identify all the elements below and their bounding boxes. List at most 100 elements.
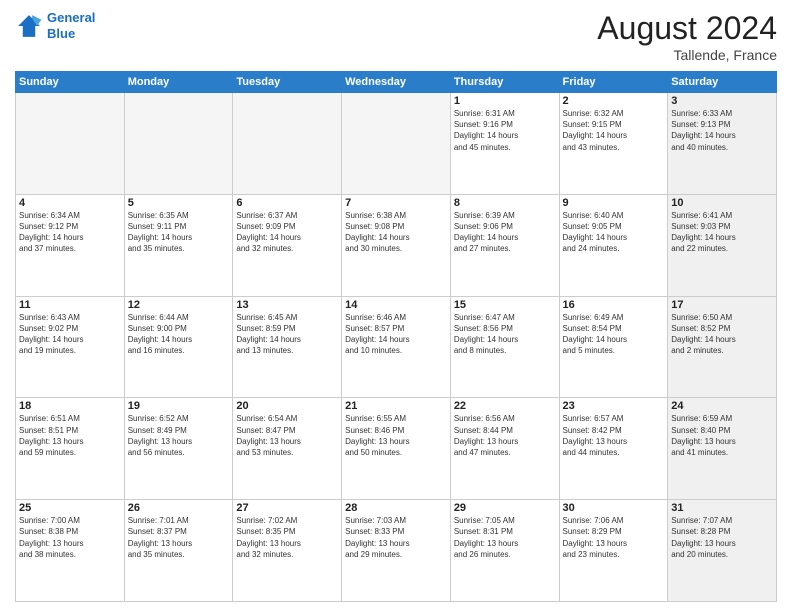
title-block: August 2024 Tallende, France — [597, 10, 777, 63]
header: General Blue August 2024 Tallende, Franc… — [15, 10, 777, 63]
day-number: 19 — [128, 400, 230, 412]
table-row: 10Sunrise: 6:41 AM Sunset: 9:03 PM Dayli… — [668, 194, 777, 296]
table-row: 26Sunrise: 7:01 AM Sunset: 8:37 PM Dayli… — [124, 500, 233, 602]
day-info: Sunrise: 6:31 AM Sunset: 9:16 PM Dayligh… — [454, 108, 556, 153]
day-info: Sunrise: 6:47 AM Sunset: 8:56 PM Dayligh… — [454, 312, 556, 357]
table-row: 16Sunrise: 6:49 AM Sunset: 8:54 PM Dayli… — [559, 296, 668, 398]
table-row: 15Sunrise: 6:47 AM Sunset: 8:56 PM Dayli… — [450, 296, 559, 398]
table-row: 13Sunrise: 6:45 AM Sunset: 8:59 PM Dayli… — [233, 296, 342, 398]
calendar-week-row: 25Sunrise: 7:00 AM Sunset: 8:38 PM Dayli… — [16, 500, 777, 602]
day-info: Sunrise: 6:38 AM Sunset: 9:08 PM Dayligh… — [345, 210, 447, 255]
table-row: 25Sunrise: 7:00 AM Sunset: 8:38 PM Dayli… — [16, 500, 125, 602]
table-row: 4Sunrise: 6:34 AM Sunset: 9:12 PM Daylig… — [16, 194, 125, 296]
day-number: 10 — [671, 197, 773, 209]
table-row: 11Sunrise: 6:43 AM Sunset: 9:02 PM Dayli… — [16, 296, 125, 398]
day-info: Sunrise: 6:49 AM Sunset: 8:54 PM Dayligh… — [563, 312, 665, 357]
day-info: Sunrise: 6:57 AM Sunset: 8:42 PM Dayligh… — [563, 413, 665, 458]
day-number: 2 — [563, 95, 665, 107]
table-row: 20Sunrise: 6:54 AM Sunset: 8:47 PM Dayli… — [233, 398, 342, 500]
day-info: Sunrise: 7:00 AM Sunset: 8:38 PM Dayligh… — [19, 515, 121, 560]
col-thursday: Thursday — [450, 72, 559, 93]
month-title: August 2024 — [597, 10, 777, 47]
day-number: 6 — [236, 197, 338, 209]
table-row: 9Sunrise: 6:40 AM Sunset: 9:05 PM Daylig… — [559, 194, 668, 296]
day-number: 14 — [345, 299, 447, 311]
day-number: 5 — [128, 197, 230, 209]
day-number: 16 — [563, 299, 665, 311]
day-info: Sunrise: 6:51 AM Sunset: 8:51 PM Dayligh… — [19, 413, 121, 458]
day-info: Sunrise: 6:39 AM Sunset: 9:06 PM Dayligh… — [454, 210, 556, 255]
day-info: Sunrise: 6:32 AM Sunset: 9:15 PM Dayligh… — [563, 108, 665, 153]
day-info: Sunrise: 6:45 AM Sunset: 8:59 PM Dayligh… — [236, 312, 338, 357]
table-row: 21Sunrise: 6:55 AM Sunset: 8:46 PM Dayli… — [342, 398, 451, 500]
day-info: Sunrise: 6:35 AM Sunset: 9:11 PM Dayligh… — [128, 210, 230, 255]
calendar-week-row: 4Sunrise: 6:34 AM Sunset: 9:12 PM Daylig… — [16, 194, 777, 296]
day-info: Sunrise: 6:37 AM Sunset: 9:09 PM Dayligh… — [236, 210, 338, 255]
day-info: Sunrise: 7:05 AM Sunset: 8:31 PM Dayligh… — [454, 515, 556, 560]
day-number: 29 — [454, 502, 556, 514]
calendar-header-row: Sunday Monday Tuesday Wednesday Thursday… — [16, 72, 777, 93]
day-info: Sunrise: 7:02 AM Sunset: 8:35 PM Dayligh… — [236, 515, 338, 560]
table-row: 5Sunrise: 6:35 AM Sunset: 9:11 PM Daylig… — [124, 194, 233, 296]
day-number: 23 — [563, 400, 665, 412]
day-number: 3 — [671, 95, 773, 107]
day-number: 25 — [19, 502, 121, 514]
table-row — [124, 93, 233, 195]
table-row: 7Sunrise: 6:38 AM Sunset: 9:08 PM Daylig… — [342, 194, 451, 296]
table-row: 19Sunrise: 6:52 AM Sunset: 8:49 PM Dayli… — [124, 398, 233, 500]
table-row: 18Sunrise: 6:51 AM Sunset: 8:51 PM Dayli… — [16, 398, 125, 500]
col-saturday: Saturday — [668, 72, 777, 93]
table-row: 14Sunrise: 6:46 AM Sunset: 8:57 PM Dayli… — [342, 296, 451, 398]
calendar-week-row: 11Sunrise: 6:43 AM Sunset: 9:02 PM Dayli… — [16, 296, 777, 398]
table-row: 17Sunrise: 6:50 AM Sunset: 8:52 PM Dayli… — [668, 296, 777, 398]
day-number: 27 — [236, 502, 338, 514]
day-info: Sunrise: 6:46 AM Sunset: 8:57 PM Dayligh… — [345, 312, 447, 357]
day-info: Sunrise: 6:56 AM Sunset: 8:44 PM Dayligh… — [454, 413, 556, 458]
table-row: 24Sunrise: 6:59 AM Sunset: 8:40 PM Dayli… — [668, 398, 777, 500]
day-number: 1 — [454, 95, 556, 107]
day-number: 9 — [563, 197, 665, 209]
day-number: 15 — [454, 299, 556, 311]
table-row — [233, 93, 342, 195]
day-number: 8 — [454, 197, 556, 209]
day-number: 31 — [671, 502, 773, 514]
logo-general: General — [47, 10, 95, 25]
day-info: Sunrise: 6:54 AM Sunset: 8:47 PM Dayligh… — [236, 413, 338, 458]
day-info: Sunrise: 6:33 AM Sunset: 9:13 PM Dayligh… — [671, 108, 773, 153]
table-row: 28Sunrise: 7:03 AM Sunset: 8:33 PM Dayli… — [342, 500, 451, 602]
col-wednesday: Wednesday — [342, 72, 451, 93]
location-title: Tallende, France — [597, 47, 777, 63]
calendar-week-row: 1Sunrise: 6:31 AM Sunset: 9:16 PM Daylig… — [16, 93, 777, 195]
day-number: 26 — [128, 502, 230, 514]
table-row: 23Sunrise: 6:57 AM Sunset: 8:42 PM Dayli… — [559, 398, 668, 500]
day-info: Sunrise: 7:07 AM Sunset: 8:28 PM Dayligh… — [671, 515, 773, 560]
day-info: Sunrise: 6:50 AM Sunset: 8:52 PM Dayligh… — [671, 312, 773, 357]
table-row: 30Sunrise: 7:06 AM Sunset: 8:29 PM Dayli… — [559, 500, 668, 602]
table-row — [16, 93, 125, 195]
table-row: 2Sunrise: 6:32 AM Sunset: 9:15 PM Daylig… — [559, 93, 668, 195]
day-info: Sunrise: 6:44 AM Sunset: 9:00 PM Dayligh… — [128, 312, 230, 357]
table-row: 27Sunrise: 7:02 AM Sunset: 8:35 PM Dayli… — [233, 500, 342, 602]
page: General Blue August 2024 Tallende, Franc… — [0, 0, 792, 612]
day-number: 17 — [671, 299, 773, 311]
day-info: Sunrise: 6:43 AM Sunset: 9:02 PM Dayligh… — [19, 312, 121, 357]
table-row: 29Sunrise: 7:05 AM Sunset: 8:31 PM Dayli… — [450, 500, 559, 602]
day-number: 22 — [454, 400, 556, 412]
table-row: 8Sunrise: 6:39 AM Sunset: 9:06 PM Daylig… — [450, 194, 559, 296]
day-number: 11 — [19, 299, 121, 311]
logo-blue: Blue — [47, 26, 75, 41]
day-number: 7 — [345, 197, 447, 209]
day-number: 24 — [671, 400, 773, 412]
col-sunday: Sunday — [16, 72, 125, 93]
day-number: 30 — [563, 502, 665, 514]
col-friday: Friday — [559, 72, 668, 93]
logo-icon — [15, 12, 43, 40]
table-row: 12Sunrise: 6:44 AM Sunset: 9:00 PM Dayli… — [124, 296, 233, 398]
col-monday: Monday — [124, 72, 233, 93]
table-row: 3Sunrise: 6:33 AM Sunset: 9:13 PM Daylig… — [668, 93, 777, 195]
logo-text: General Blue — [47, 10, 95, 41]
day-info: Sunrise: 7:01 AM Sunset: 8:37 PM Dayligh… — [128, 515, 230, 560]
logo: General Blue — [15, 10, 95, 41]
day-info: Sunrise: 7:06 AM Sunset: 8:29 PM Dayligh… — [563, 515, 665, 560]
day-number: 28 — [345, 502, 447, 514]
